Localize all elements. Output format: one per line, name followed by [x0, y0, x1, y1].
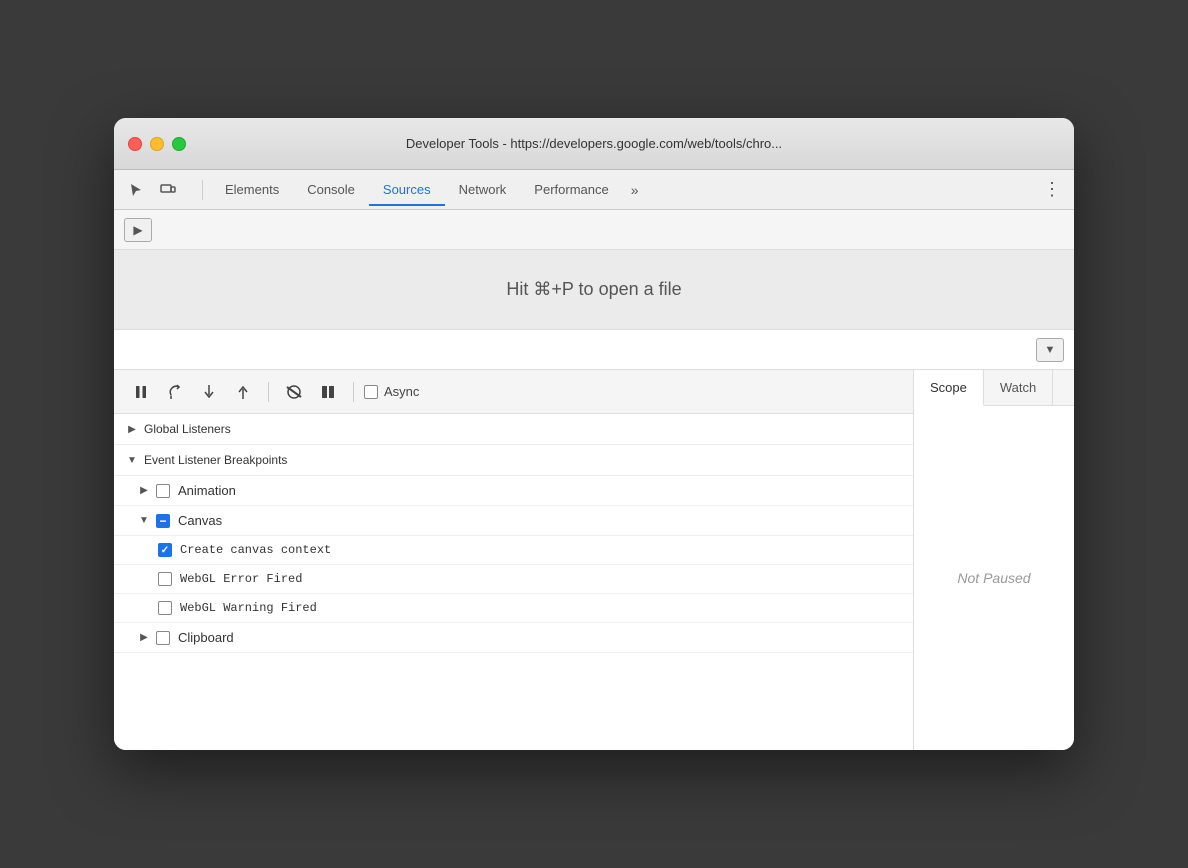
- bp-item-webgl-warning[interactable]: WebGL Warning Fired: [114, 594, 913, 623]
- tab-divider: [202, 180, 203, 200]
- tab-bar: Elements Console Sources Network Perform…: [114, 170, 1074, 210]
- checkbox-create-canvas-context[interactable]: [158, 543, 172, 557]
- pause-button[interactable]: [126, 379, 156, 405]
- checkbox-webgl-warning[interactable]: [158, 601, 172, 615]
- tab-performance[interactable]: Performance: [520, 174, 622, 205]
- clipboard-label: Clipboard: [178, 630, 234, 645]
- triangle-global-listeners: ▶: [126, 423, 138, 435]
- dropdown-icon: ▼: [1045, 344, 1056, 356]
- panel-toggle-button[interactable]: ▶: [124, 218, 152, 242]
- global-listeners-label: Global Listeners: [144, 422, 231, 436]
- section-global-listeners[interactable]: ▶ Global Listeners: [114, 414, 913, 445]
- minimize-button[interactable]: [150, 137, 164, 151]
- section-event-listener-breakpoints[interactable]: ▼ Event Listener Breakpoints: [114, 445, 913, 476]
- panel-toggle-icon: ▶: [133, 223, 142, 237]
- webgl-error-label: WebGL Error Fired: [180, 572, 302, 586]
- step-over-button[interactable]: [160, 379, 190, 405]
- step-into-button[interactable]: [194, 379, 224, 405]
- dropdown-row: ▼: [114, 330, 1074, 370]
- triangle-canvas: ▼: [138, 515, 150, 527]
- async-text: Async: [384, 384, 419, 399]
- tab-scope[interactable]: Scope: [914, 370, 984, 406]
- tab-menu-button[interactable]: ⋮: [1038, 176, 1066, 204]
- not-paused-text: Not Paused: [957, 570, 1030, 586]
- scope-watch-tabs: Scope Watch: [914, 370, 1074, 406]
- step-out-button[interactable]: [228, 379, 258, 405]
- bp-item-webgl-error[interactable]: WebGL Error Fired: [114, 565, 913, 594]
- debug-divider-1: [268, 382, 269, 402]
- panel-toggle-row: ▶: [114, 210, 1074, 250]
- canvas-label: Canvas: [178, 513, 222, 528]
- bp-item-canvas[interactable]: ▼ Canvas: [114, 506, 913, 536]
- dropdown-button[interactable]: ▼: [1036, 338, 1064, 362]
- checkbox-canvas[interactable]: [156, 514, 170, 528]
- checkbox-clipboard[interactable]: [156, 631, 170, 645]
- file-hint-area: Hit ⌘+P to open a file: [114, 250, 1074, 330]
- toolbar-icons: [122, 176, 182, 204]
- deactivate-breakpoints-button[interactable]: [279, 379, 309, 405]
- checkbox-animation[interactable]: [156, 484, 170, 498]
- right-panel: Scope Watch Not Paused: [914, 370, 1074, 750]
- tab-elements[interactable]: Elements: [211, 174, 293, 205]
- breakpoints-panel: ▶ Global Listeners ▼ Event Listener Brea…: [114, 414, 913, 750]
- debugger-toolbar: Async: [114, 370, 913, 414]
- left-panel: Async ▶ Global Listeners ▼ Event Listene…: [114, 370, 914, 750]
- close-button[interactable]: [128, 137, 142, 151]
- title-bar: Developer Tools - https://developers.goo…: [114, 118, 1074, 170]
- bp-item-create-canvas-context[interactable]: Create canvas context: [114, 536, 913, 565]
- triangle-event-listener: ▼: [126, 454, 138, 466]
- devtools-window: Developer Tools - https://developers.goo…: [114, 118, 1074, 750]
- async-label[interactable]: Async: [364, 384, 419, 399]
- debugger-area: Async ▶ Global Listeners ▼ Event Listene…: [114, 370, 1074, 750]
- animation-label: Animation: [178, 483, 236, 498]
- tab-sources[interactable]: Sources: [369, 174, 445, 205]
- cursor-icon[interactable]: [122, 176, 150, 204]
- event-listener-label: Event Listener Breakpoints: [144, 453, 287, 467]
- file-hint-text: Hit ⌘+P to open a file: [506, 279, 681, 300]
- create-canvas-context-label: Create canvas context: [180, 543, 331, 557]
- not-paused-area: Not Paused: [914, 406, 1074, 750]
- traffic-lights: [128, 137, 186, 151]
- bp-item-clipboard[interactable]: ▶ Clipboard: [114, 623, 913, 653]
- tab-network[interactable]: Network: [445, 174, 521, 205]
- async-checkbox[interactable]: [364, 385, 378, 399]
- tab-watch[interactable]: Watch: [984, 370, 1053, 405]
- triangle-animation: ▶: [138, 485, 150, 497]
- tabs: Elements Console Sources Network Perform…: [211, 174, 1038, 205]
- triangle-clipboard: ▶: [138, 632, 150, 644]
- webgl-warning-label: WebGL Warning Fired: [180, 601, 317, 615]
- bp-item-animation[interactable]: ▶ Animation: [114, 476, 913, 506]
- checkbox-webgl-error[interactable]: [158, 572, 172, 586]
- window-title: Developer Tools - https://developers.goo…: [406, 136, 782, 151]
- more-tabs-button[interactable]: »: [623, 178, 647, 202]
- tab-console[interactable]: Console: [293, 174, 369, 205]
- device-toolbar-icon[interactable]: [154, 176, 182, 204]
- maximize-button[interactable]: [172, 137, 186, 151]
- debug-divider-2: [353, 382, 354, 402]
- pause-exceptions-button[interactable]: [313, 379, 343, 405]
- content-area: ▶ Hit ⌘+P to open a file ▼: [114, 210, 1074, 750]
